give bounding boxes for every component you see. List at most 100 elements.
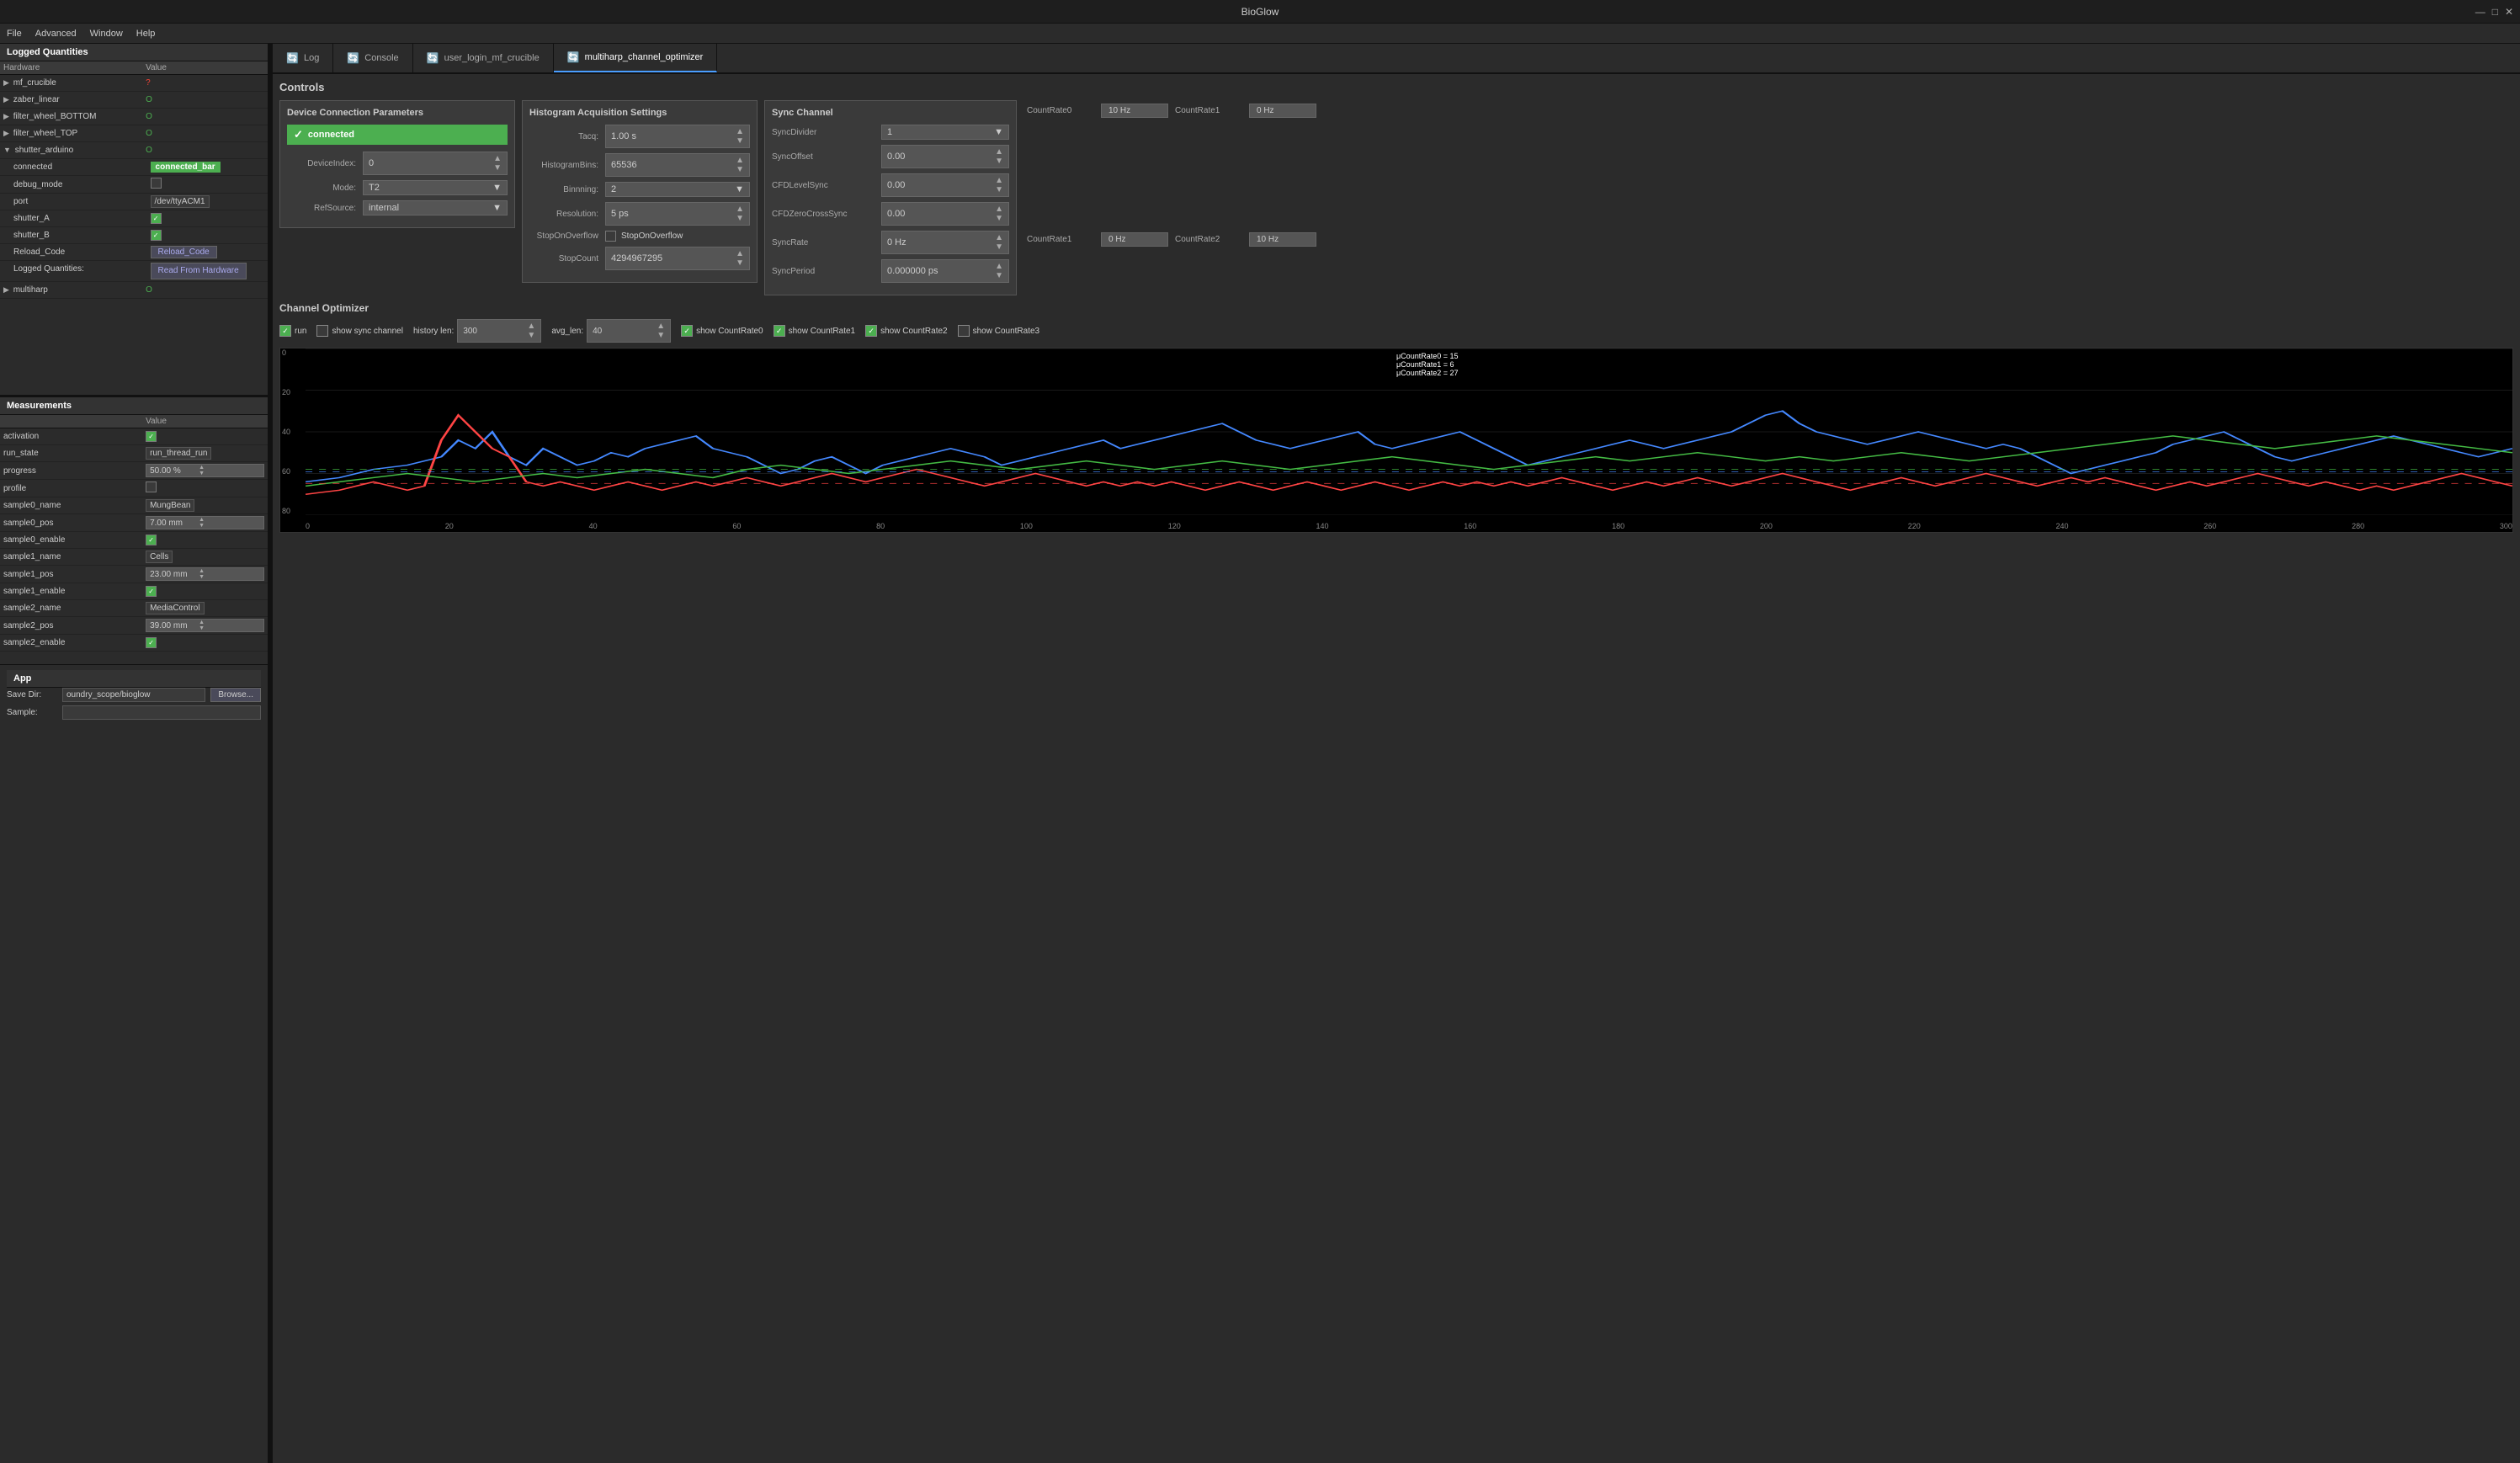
sample2-pos-input[interactable]	[146, 620, 197, 631]
history-len-spin[interactable]: ▲▼	[527, 322, 535, 340]
histogram-bins-input[interactable]: 65536 ▲▼	[605, 153, 750, 177]
sync-period-input[interactable]: 0.000000 ps ▲▼	[881, 259, 1009, 283]
cfd-zero-spin[interactable]: ▲▼	[995, 205, 1003, 223]
cfd-zero-input[interactable]: 0.00 ▲▼	[881, 202, 1009, 226]
sample2-pos-spinbox[interactable]: ▲ ▼	[146, 619, 264, 632]
sync-rate-spin[interactable]: ▲▼	[995, 233, 1003, 252]
avg-len-spin[interactable]: ▲▼	[657, 322, 665, 340]
expand-icon[interactable]: ▶	[3, 285, 9, 294]
port-value[interactable]: /dev/ttyACM1	[151, 195, 210, 208]
progress-up[interactable]: ▲	[197, 465, 206, 471]
sample0-pos-up[interactable]: ▲	[197, 517, 206, 523]
maximize-button[interactable]: □	[2492, 6, 2498, 18]
histogram-bins-spin[interactable]: ▲▼	[736, 156, 744, 174]
refsource-select[interactable]: internal ▼	[363, 200, 508, 215]
menu-advanced[interactable]: Advanced	[35, 29, 77, 39]
window-controls[interactable]: — □ ✕	[2475, 6, 2513, 18]
y-label-80: 80	[282, 507, 290, 515]
menu-help[interactable]: Help	[136, 29, 156, 39]
sync-offset-input[interactable]: 0.00 ▲▼	[881, 145, 1009, 168]
sync-offset-spin[interactable]: ▲▼	[995, 147, 1003, 166]
sample1-pos-spinbox[interactable]: ▲ ▼	[146, 567, 264, 581]
show-cr3-checkbox[interactable]	[958, 325, 970, 337]
tab-console[interactable]: 🔄 Console	[333, 44, 412, 72]
stop-count-input[interactable]: 4294967295 ▲▼	[605, 247, 750, 270]
sample1-pos-down[interactable]: ▼	[197, 574, 206, 580]
titlebar: BioGlow — □ ✕	[0, 0, 2520, 24]
list-item: sample2_enable ✓	[0, 635, 268, 652]
tacq-input[interactable]: 1.00 s ▲▼	[605, 125, 750, 148]
sample-input[interactable]	[62, 705, 261, 720]
shutter-a-checkbox[interactable]: ✓	[151, 213, 162, 224]
sample1-name-value[interactable]: Cells	[146, 551, 173, 563]
left-panel: Logged Quantities Hardware Value ▶ mf_cr…	[0, 44, 269, 1463]
sample2-pos-down[interactable]: ▼	[197, 625, 206, 631]
browse-button[interactable]: Browse...	[210, 688, 261, 702]
sample1-pos-input[interactable]	[146, 569, 197, 580]
progress-input[interactable]	[146, 466, 197, 476]
activation-checkbox[interactable]: ✓	[146, 431, 157, 442]
profile-checkbox[interactable]	[146, 481, 157, 492]
save-dir-input[interactable]	[62, 688, 205, 702]
close-button[interactable]: ✕	[2505, 6, 2513, 18]
tab-user-login[interactable]: 🔄 user_login_mf_crucible	[413, 44, 554, 72]
show-cr2-checkbox[interactable]: ✓	[865, 325, 877, 337]
sample1-enable-checkbox[interactable]: ✓	[146, 586, 157, 597]
sample1-pos-up[interactable]: ▲	[197, 568, 206, 574]
sync-divider-select[interactable]: 1 ▼	[881, 125, 1009, 140]
sample-label: Sample:	[7, 708, 57, 717]
expand-icon[interactable]: ▶	[3, 78, 9, 87]
menu-window[interactable]: Window	[90, 29, 123, 39]
run-label: run	[295, 327, 306, 336]
shutter-b-checkbox[interactable]: ✓	[151, 230, 162, 241]
binnning-select[interactable]: 2 ▼	[605, 182, 750, 197]
list-item: Logged Quantities: Read From Hardware	[0, 261, 268, 282]
sync-rate-label: SyncRate	[772, 238, 881, 247]
sample0-name-value[interactable]: MungBean	[146, 499, 194, 512]
device-index-input[interactable]: 0 ▲▼	[363, 152, 508, 175]
menu-file[interactable]: File	[7, 29, 22, 39]
show-sync-checkbox[interactable]	[316, 325, 328, 337]
reload-code-button[interactable]: Reload_Code	[151, 246, 217, 258]
read-from-hardware-button[interactable]: Read From Hardware	[151, 263, 247, 279]
run-checkbox[interactable]: ✓	[279, 325, 291, 337]
progress-spinbox[interactable]: ▲ ▼	[146, 464, 264, 477]
sync-rate-input[interactable]: 0 Hz ▲▼	[881, 231, 1009, 254]
tab-log-label: Log	[304, 53, 319, 63]
sample0-pos-down[interactable]: ▼	[197, 523, 206, 529]
history-len-spinbox[interactable]: 300 ▲▼	[457, 319, 541, 343]
sample2-pos-up[interactable]: ▲	[197, 620, 206, 625]
mode-select[interactable]: T2 ▼	[363, 180, 508, 195]
device-index-spin[interactable]: ▲▼	[493, 154, 502, 173]
debug-mode-checkbox[interactable]	[151, 178, 162, 189]
sample0-enable-checkbox[interactable]: ✓	[146, 535, 157, 545]
expand-icon[interactable]: ▼	[3, 146, 11, 154]
cfd-level-input[interactable]: 0.00 ▲▼	[881, 173, 1009, 197]
tacq-spin[interactable]: ▲▼	[736, 127, 744, 146]
sync-period-spin[interactable]: ▲▼	[995, 262, 1003, 280]
show-cr1-checkbox[interactable]: ✓	[774, 325, 785, 337]
avg-len-spinbox[interactable]: 40 ▲▼	[587, 319, 671, 343]
stop-overflow-checkbox[interactable]	[605, 231, 616, 242]
tab-log[interactable]: 🔄 Log	[273, 44, 333, 72]
tab-multiharp[interactable]: 🔄 multiharp_channel_optimizer	[554, 44, 718, 72]
countrate2-label: CountRate2	[1175, 235, 1242, 244]
expand-icon[interactable]: ▶	[3, 129, 9, 137]
sample0-pos-spinbox[interactable]: ▲ ▼	[146, 516, 264, 529]
show-cr0-checkbox[interactable]: ✓	[681, 325, 693, 337]
meas-col2: Value	[146, 417, 264, 426]
resolution-input[interactable]: 5 ps ▲▼	[605, 202, 750, 226]
cfd-level-spin[interactable]: ▲▼	[995, 176, 1003, 194]
x-label-240: 240	[2055, 522, 2068, 530]
sample2-enable-checkbox[interactable]: ✓	[146, 637, 157, 648]
expand-icon[interactable]: ▶	[3, 95, 9, 104]
sample0-pos-input[interactable]	[146, 518, 197, 529]
sample2-name-value[interactable]: MediaControl	[146, 602, 204, 614]
app-title: App	[7, 670, 261, 688]
resolution-spin[interactable]: ▲▼	[736, 205, 744, 223]
progress-down[interactable]: ▼	[197, 471, 206, 476]
x-label-180: 180	[1612, 522, 1624, 530]
stop-count-spin[interactable]: ▲▼	[736, 249, 744, 268]
minimize-button[interactable]: —	[2475, 6, 2485, 18]
expand-icon[interactable]: ▶	[3, 112, 9, 120]
